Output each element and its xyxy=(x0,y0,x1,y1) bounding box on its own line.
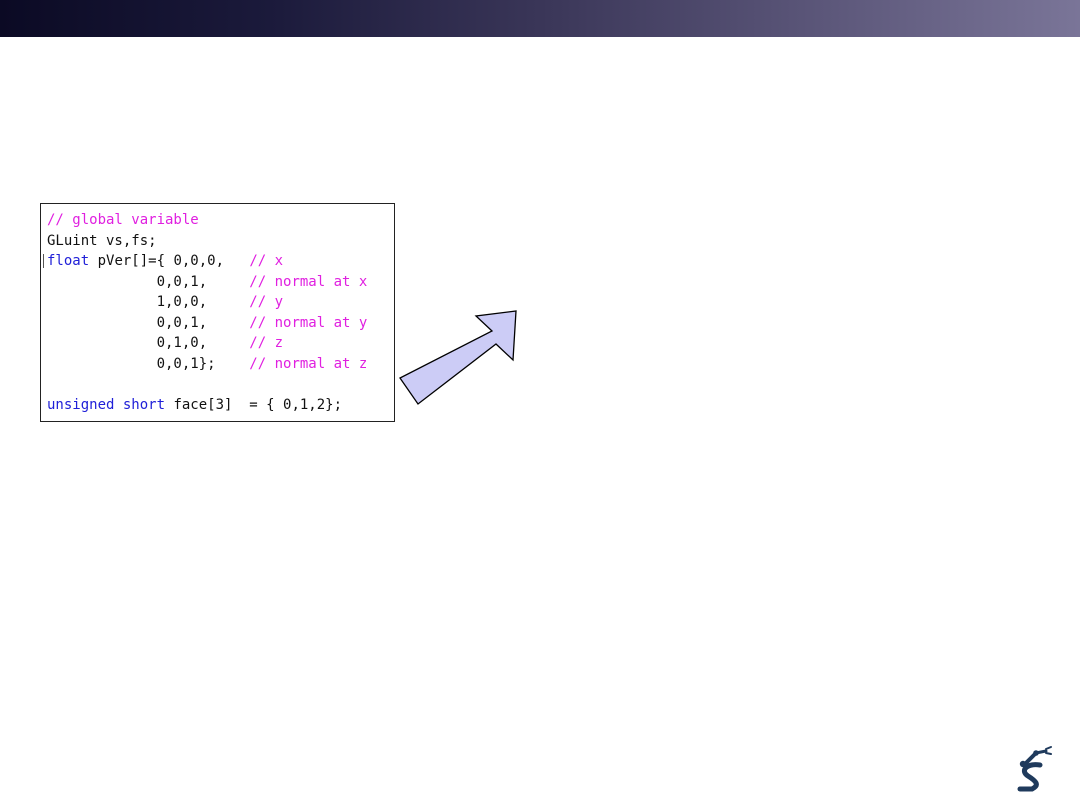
code-line: // global variable xyxy=(47,210,367,231)
code-lines: // global variable GLuint vs,fs; float pVe… xyxy=(43,210,368,416)
code-token-keyword: float xyxy=(47,253,90,269)
code-line: 0,0,1, // normal at y xyxy=(47,313,368,334)
code-token-comment: // y xyxy=(249,294,284,310)
code-token-comment: // normal at z xyxy=(249,355,368,372)
code-token-plain: 0,0,1}; xyxy=(47,355,250,372)
code-token-comment: // normal at x xyxy=(249,273,368,290)
code-token-comment: // normal at y xyxy=(249,314,368,331)
code-token-plain: 0,0,1, xyxy=(47,273,250,290)
code-token-plain: 0,0,1, xyxy=(47,314,250,331)
code-token-plain: 0,1,0, xyxy=(47,335,250,351)
code-token-keyword: unsigned short xyxy=(47,396,166,413)
code-token-plain: 1,0,0, xyxy=(47,294,250,310)
code-line: GLuint vs,fs; xyxy=(47,231,367,252)
code-line: 1,0,0, // y xyxy=(47,292,367,313)
code-line: 0,0,1}; // normal at z xyxy=(47,354,368,375)
text-caret-mark xyxy=(43,254,44,268)
code-line: 0,0,1, // normal at x xyxy=(47,272,368,293)
code-token-comment: // z xyxy=(249,335,284,351)
code-line: 0,1,0, // z xyxy=(47,333,367,354)
code-token-plain: GLuint vs,fs; xyxy=(47,232,157,249)
code-snippet-box: // global variable GLuint vs,fs; float pVe… xyxy=(40,203,395,422)
header-bar xyxy=(0,0,1080,37)
code-token-plain: pVer[]={ 0,0,0, xyxy=(89,253,250,269)
code-token-plain: face[3] = { 0,1,2}; xyxy=(165,396,343,413)
up-right-arrow-icon xyxy=(399,310,517,405)
robot-arm-logo-icon xyxy=(1017,746,1052,792)
code-line: float pVer[]={ 0,0,0, // x xyxy=(43,251,367,272)
code-token-comment: // global variable xyxy=(47,212,199,228)
code-line: unsigned short face[3] = { 0,1,2}; xyxy=(47,395,367,416)
code-token-comment: // x xyxy=(249,253,284,269)
